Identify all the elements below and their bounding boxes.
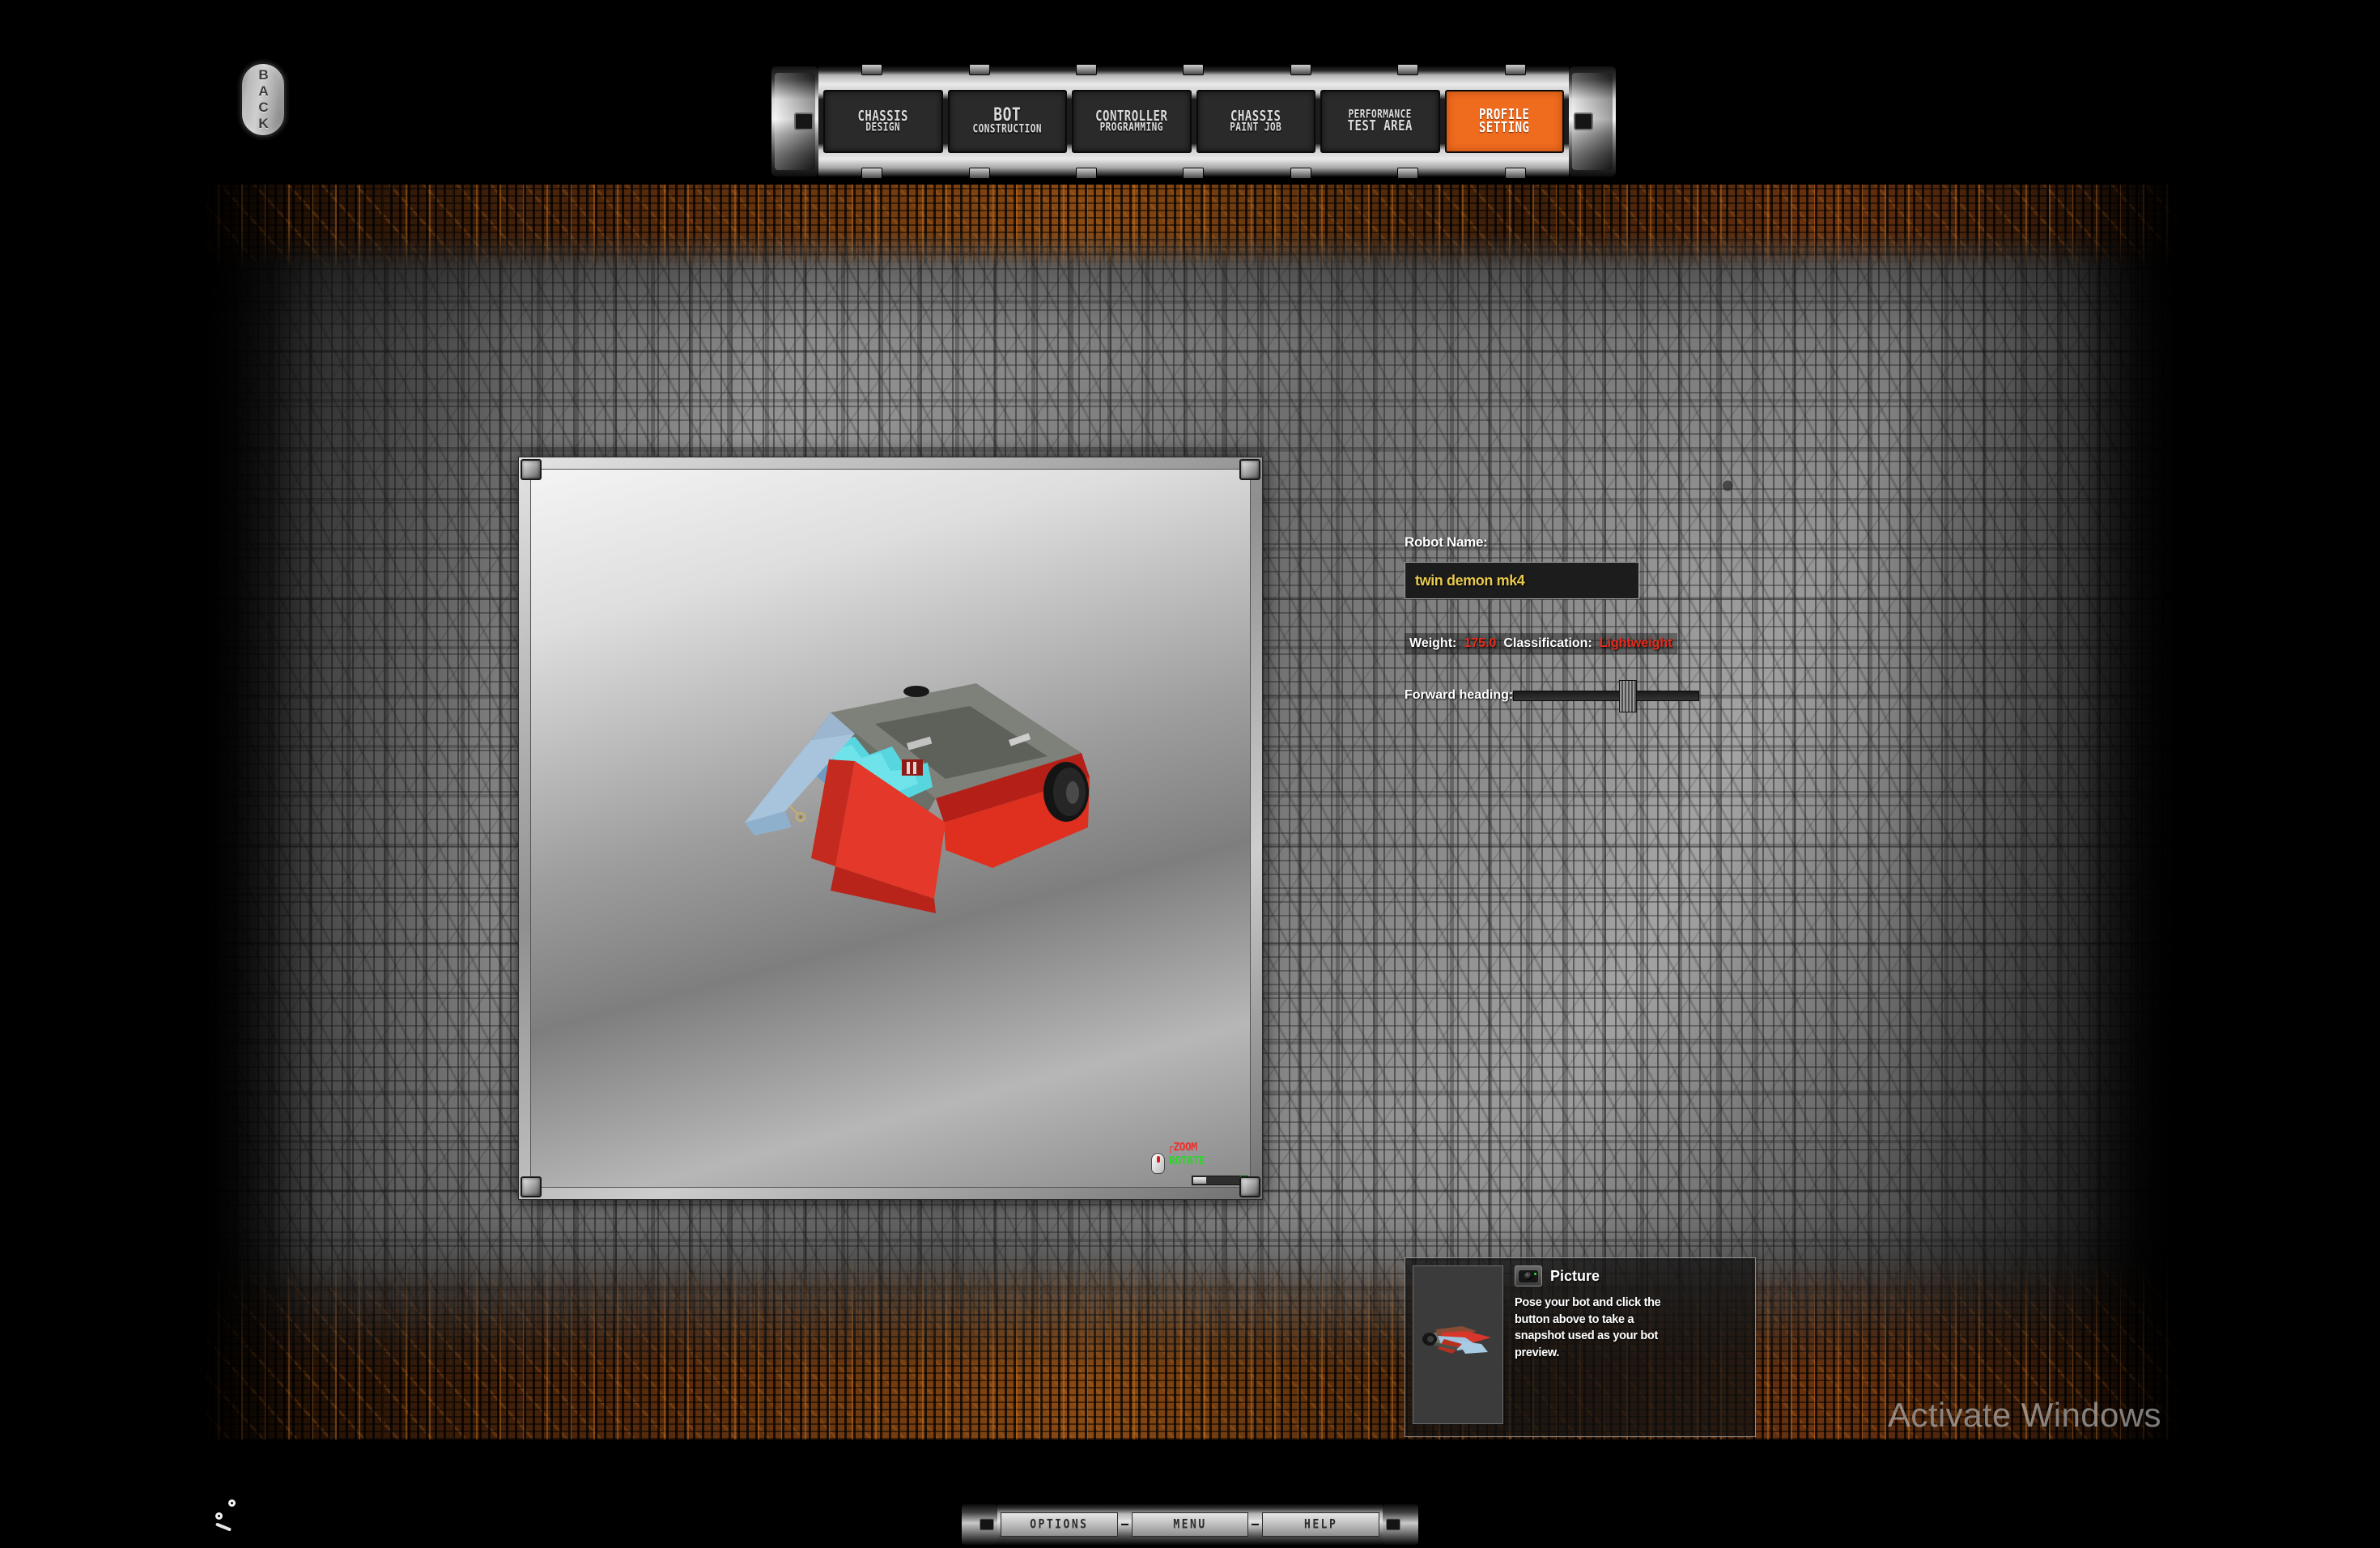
- nav-bolts-top: [818, 64, 1569, 75]
- viewport-corner-bottom-right: [1239, 1176, 1260, 1197]
- robot-name-value: twin demon mk4: [1415, 572, 1525, 589]
- bottom-bar-body: OPTIONS MENU HELP: [997, 1504, 1383, 1545]
- bot-viewport-frame: ZOOM ROTATE: [518, 457, 1263, 1200]
- tab-chassis-paint-job[interactable]: CHASSIS PAINT JOB: [1196, 90, 1315, 153]
- picture-panel-description: Pose your bot and click the button above…: [1515, 1296, 1661, 1359]
- bottom-bar-endcap-left: [962, 1504, 997, 1545]
- nav-endcap-left: [771, 66, 818, 176]
- rotate-hint-label: ROTATE: [1169, 1155, 1205, 1167]
- nav-endcap-right: [1569, 66, 1616, 176]
- weight-label: Weight:: [1409, 636, 1457, 650]
- bottom-bar-endcap-right: [1383, 1504, 1418, 1545]
- forward-heading-label: Forward heading:: [1405, 688, 1514, 702]
- tab-chassis-design-line2: DESIGN: [865, 120, 901, 134]
- classification-value: Lightweight: [1599, 636, 1672, 650]
- panel-fade-right: [2080, 185, 2186, 1440]
- nav-tabs: CHASSIS DESIGN BOT CONSTRUCTION CONTROLL…: [823, 90, 1564, 153]
- zoom-hint-label: ZOOM: [1167, 1142, 1197, 1154]
- viewport-corner-bottom-left: [521, 1176, 542, 1197]
- robot-profile-form: Robot Name: twin demon mk4 Weight: 175.0…: [1405, 534, 1793, 712]
- picture-panel-header: Picture: [1515, 1265, 1748, 1286]
- picture-panel: Picture Pose your bot and click the butt…: [1405, 1257, 1756, 1437]
- help-button[interactable]: HELP: [1262, 1512, 1380, 1537]
- tab-profile-setting-line2: SETTING: [1478, 119, 1530, 136]
- windows-activation-watermark: Activate Windows Go to Settings to activ…: [1888, 1397, 2186, 1440]
- help-button-label: HELP: [1304, 1517, 1338, 1532]
- robot-name-label: Robot Name:: [1405, 534, 1488, 550]
- watermark-title: Activate Windows: [1888, 1396, 2161, 1434]
- tab-bot-construction-line2: CONSTRUCTION: [972, 122, 1042, 136]
- weight-value: 175.0: [1464, 636, 1497, 650]
- app-window: BACK CHASSIS DESIGN BOT CONSTRUCTION CON…: [0, 0, 2380, 1548]
- nav-bolts-bottom: [818, 168, 1569, 179]
- tab-chassis-design[interactable]: CHASSIS DESIGN: [823, 90, 943, 153]
- panel-fade-left: [194, 185, 300, 1440]
- bot-thumbnail-image: [1422, 1326, 1491, 1354]
- mouse-icon: [1151, 1153, 1165, 1174]
- bot-preview-thumbnail[interactable]: [1413, 1265, 1503, 1424]
- tab-bot-construction[interactable]: BOT CONSTRUCTION: [947, 90, 1067, 153]
- tab-chassis-paint-job-line2: PAINT JOB: [1230, 120, 1282, 134]
- tab-performance-test-area[interactable]: PERFORMANCE TEST AREA: [1320, 90, 1440, 153]
- tab-performance-test-area-line2: TEST AREA: [1347, 118, 1413, 135]
- menu-button[interactable]: MENU: [1131, 1512, 1249, 1537]
- options-button-label: OPTIONS: [1030, 1517, 1089, 1532]
- forward-heading-slider-knob[interactable]: [1619, 679, 1638, 712]
- main-panel: ZOOM ROTATE Robot Name: twin demon mk4 W…: [194, 185, 2186, 1440]
- viewport-mouse-hint: ZOOM ROTATE: [1146, 1142, 1243, 1179]
- robot-3d-model[interactable]: [733, 656, 1106, 923]
- bottom-toolbar: OPTIONS MENU HELP: [962, 1504, 1418, 1545]
- back-button-label: BACK: [256, 67, 271, 132]
- robot-name-input[interactable]: twin demon mk4: [1405, 562, 1639, 599]
- bottom-bar-separator: [1120, 1524, 1128, 1525]
- forward-heading-slider[interactable]: [1513, 679, 1700, 712]
- tool-cursor-icon: [788, 805, 805, 822]
- classification-label: Classification:: [1503, 636, 1592, 650]
- tab-controller-programming-line2: PROGRAMMING: [1099, 120, 1163, 134]
- corner-decoration-icon: [212, 1499, 253, 1537]
- top-navigation-bar: CHASSIS DESIGN BOT CONSTRUCTION CONTROLL…: [771, 64, 1616, 179]
- menu-button-label: MENU: [1173, 1517, 1207, 1532]
- viewport-corner-top-right: [1239, 459, 1260, 480]
- viewport-corner-top-left: [521, 459, 542, 480]
- options-button[interactable]: OPTIONS: [1001, 1512, 1118, 1537]
- bottom-bar-separator: [1252, 1524, 1260, 1525]
- tab-profile-setting[interactable]: PROFILE SETTING: [1444, 90, 1564, 153]
- back-button[interactable]: BACK: [240, 62, 287, 138]
- camera-icon[interactable]: [1515, 1265, 1542, 1286]
- camera-body: [1519, 1269, 1538, 1282]
- nav-body: CHASSIS DESIGN BOT CONSTRUCTION CONTROLL…: [818, 64, 1569, 179]
- tab-controller-programming[interactable]: CONTROLLER PROGRAMMING: [1072, 90, 1192, 153]
- robot-stats-row: Weight: 175.0 Classification: Lightweigh…: [1405, 633, 1677, 654]
- picture-panel-content: Picture Pose your bot and click the butt…: [1503, 1265, 1748, 1429]
- forward-heading-row: Forward heading:: [1405, 679, 1793, 712]
- bot-3d-viewport[interactable]: ZOOM ROTATE: [530, 469, 1251, 1188]
- picture-panel-title: Picture: [1550, 1267, 1600, 1284]
